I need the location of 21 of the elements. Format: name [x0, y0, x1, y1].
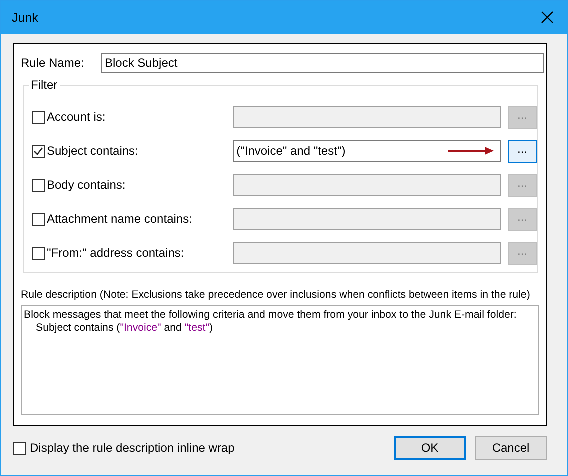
ok-button[interactable]: OK: [394, 436, 466, 460]
window-title: Junk: [12, 10, 38, 24]
filter-label: Body contains:: [47, 178, 127, 192]
inline-wrap-label: Display the rule description inline wrap: [30, 441, 235, 455]
rule-name-label: Rule Name:: [21, 56, 86, 70]
rule-name-field[interactable]: Block Subject: [101, 53, 544, 73]
close-icon: [540, 11, 554, 24]
cancel-button[interactable]: Cancel: [475, 436, 547, 460]
rule-description-label: Rule description (Note: Exclusions take precedence over inclusions when conflicts between items in the rule): [21, 289, 530, 301]
description-line: Block messages that meet the following criteria and move them from your inbox to the Junk E-mail folder:: [24, 309, 517, 322]
checkbox[interactable]: [13, 442, 26, 454]
checkbox[interactable]: [32, 144, 45, 158]
filter-label: Attachment name contains:: [47, 212, 194, 226]
arrow-icon: [448, 147, 494, 155]
filter-label: Subject contains:: [47, 144, 140, 158]
filter-label: "From:" address contains:: [47, 246, 186, 260]
filter-label: Account is:: [47, 110, 107, 124]
browse-button[interactable]: ...: [508, 140, 537, 162]
filter-title: Filter: [29, 78, 60, 92]
filter-field[interactable]: ("Invoice" and "test"): [232, 140, 502, 162]
description-line: Subject contains ("Invoice" and "test"): [35, 322, 214, 335]
